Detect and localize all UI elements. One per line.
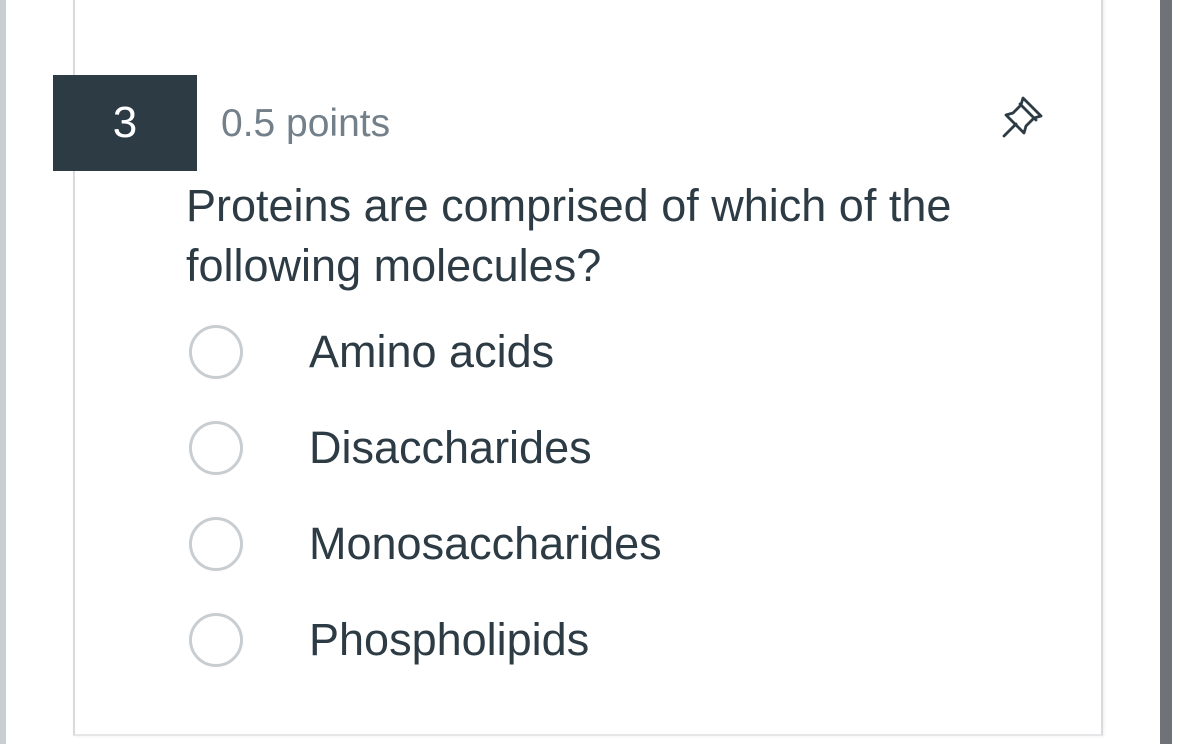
answer-option-amino-acids[interactable]: Amino acids [186,319,786,387]
question-points: 0.5 points [221,102,391,145]
radio-button[interactable] [189,325,243,379]
question-prompt: Proteins are comprised of which of the f… [186,180,952,291]
pushpin-icon[interactable] [996,88,1054,146]
question-number-badge: 3 [53,75,197,171]
answer-option-disaccharides[interactable]: Disaccharides [186,415,786,483]
radio-button[interactable] [189,517,243,571]
answer-option-label[interactable]: Amino acids [309,319,554,385]
right-edge-spacer [1172,0,1179,744]
answer-option-label[interactable]: Disaccharides [309,415,592,481]
answer-option-monosaccharides[interactable]: Monosaccharides [186,511,786,579]
answer-option-phospholipids[interactable]: Phospholipids [186,607,786,675]
left-window-edge [0,0,6,744]
answer-option-label[interactable]: Phospholipids [309,607,589,673]
radio-button[interactable] [189,613,243,667]
radio-button[interactable] [189,421,243,475]
pushpin-icon-svg [1002,96,1043,138]
answer-option-label[interactable]: Monosaccharides [309,511,662,577]
right-scrollbar-track[interactable] [1160,0,1172,744]
